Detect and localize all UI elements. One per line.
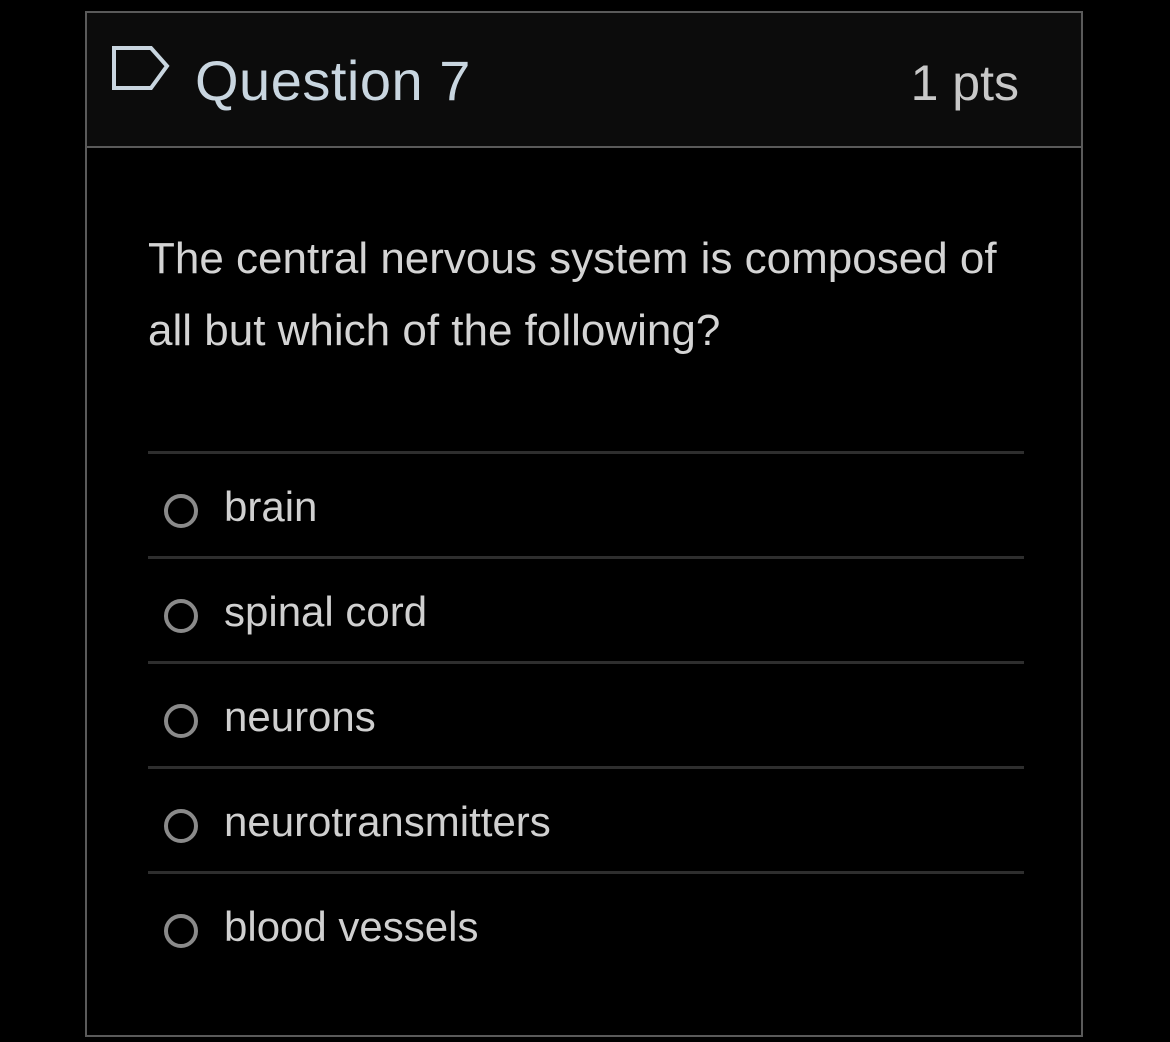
question-card: Question 7 1 pts The central nervous sys… (85, 11, 1083, 1037)
radio-button[interactable] (164, 914, 198, 948)
answer-option-neurotransmitters[interactable]: neurotransmitters (148, 769, 1024, 874)
radio-button[interactable] (164, 494, 198, 528)
answer-option-neurons[interactable]: neurons (148, 664, 1024, 769)
answer-label: spinal cord (224, 588, 428, 635)
answer-label: neurons (224, 693, 376, 740)
radio-button[interactable] (164, 599, 198, 633)
question-header: Question 7 1 pts (87, 13, 1081, 148)
answer-option-blood-vessels[interactable]: blood vessels (148, 874, 1024, 976)
radio-button[interactable] (164, 704, 198, 738)
answer-label: blood vessels (224, 903, 479, 950)
question-title: Question 7 (195, 49, 471, 112)
answer-list: brain spinal cord neurons neurotransmitt… (148, 451, 1024, 976)
answer-option-spinal-cord[interactable]: spinal cord (148, 559, 1024, 664)
answer-option-brain[interactable]: brain (148, 454, 1024, 559)
question-text: The central nervous system is composed o… (148, 234, 997, 355)
radio-button[interactable] (164, 809, 198, 843)
answer-label: neurotransmitters (224, 798, 551, 845)
question-points: 1 pts (910, 55, 1019, 111)
answer-label: brain (224, 483, 318, 530)
flag-icon[interactable] (111, 44, 173, 92)
